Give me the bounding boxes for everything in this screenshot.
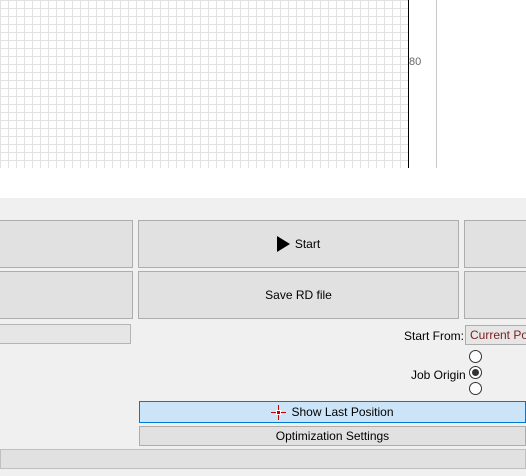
start-button[interactable]: Start (138, 220, 459, 268)
left-action-button-top[interactable] (0, 220, 133, 268)
start-from-label: Start From: (404, 329, 465, 343)
save-rd-file-label: Save RD file (265, 288, 332, 302)
canvas-gap (0, 168, 526, 198)
job-origin-radio-1[interactable] (469, 350, 482, 363)
left-progress-field (0, 324, 131, 344)
start-from-select[interactable]: Current Pos (465, 325, 526, 345)
optimization-settings-label: Optimization Settings (275, 429, 390, 443)
job-origin-radio-3[interactable] (469, 382, 482, 395)
job-origin-radio-2[interactable] (469, 366, 482, 379)
show-last-position-label: Show Last Position (291, 405, 394, 419)
left-action-button-bottom[interactable] (0, 271, 133, 319)
right-action-button-bottom[interactable] (464, 271, 526, 319)
play-icon (276, 236, 290, 252)
show-last-position-button[interactable]: Show Last Position (139, 401, 526, 423)
right-action-button-top[interactable] (464, 220, 526, 268)
crosshair-icon (271, 404, 287, 420)
start-button-label: Start (294, 237, 321, 251)
save-rd-file-button[interactable]: Save RD file (138, 271, 459, 319)
ruler-tick-label: 80 (409, 56, 422, 68)
vertical-ruler (409, 0, 437, 168)
design-canvas[interactable]: 80 (0, 0, 526, 168)
job-origin-label: Job Origin (411, 368, 466, 382)
optimization-settings-button[interactable]: Optimization Settings (139, 426, 526, 446)
bottom-status-bar (0, 449, 526, 469)
ruler-axis-line (408, 0, 409, 168)
